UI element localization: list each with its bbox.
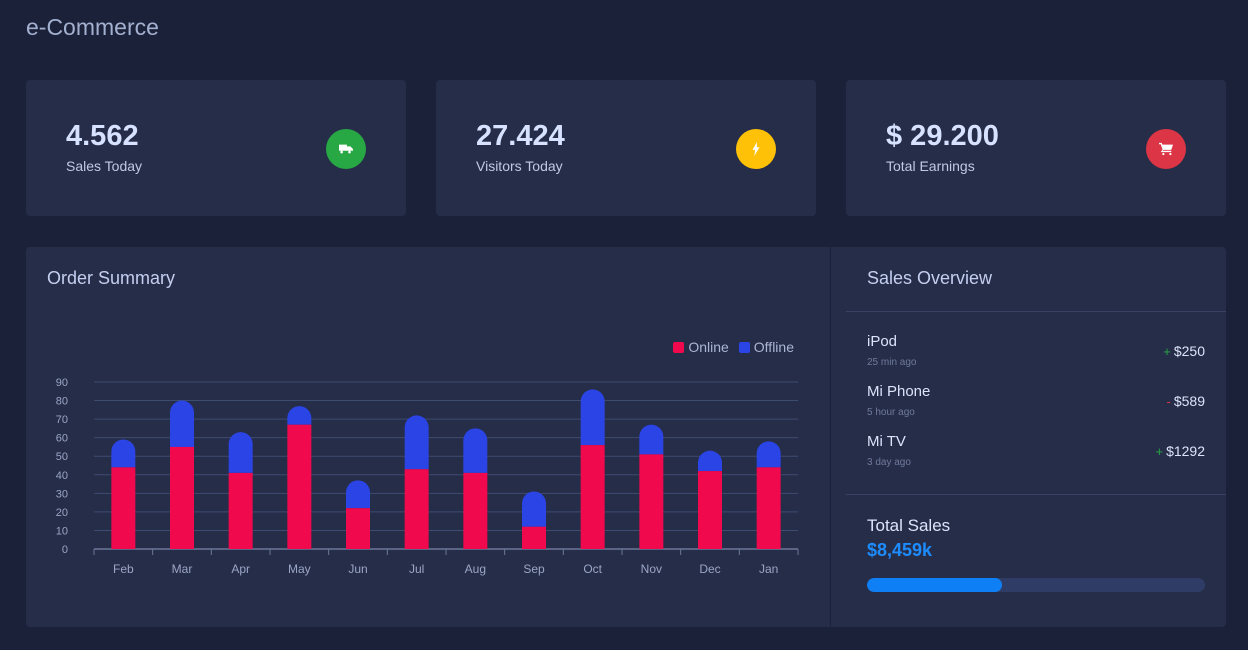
- bar-online-oct: [580, 445, 605, 549]
- stat-card-sales: 4.562 Sales Today: [26, 80, 406, 216]
- item-amount: - $589: [1167, 393, 1206, 409]
- order-summary-panel: Order Summary Online Offline 0 10 20 30 40 50…: [26, 247, 830, 627]
- overview-item-mi-phone[interactable]: Mi Phone 5 hour ago - $589: [867, 383, 1205, 427]
- bar-offline-may: [287, 406, 312, 425]
- bar-online-nov: [639, 454, 664, 549]
- y-tick-label: 40: [56, 470, 68, 482]
- bar-online-jun: [346, 508, 370, 549]
- bar-online-mar: [170, 446, 194, 549]
- item-time: 5 hour ago: [867, 407, 915, 418]
- item-name: Mi TV: [867, 433, 906, 450]
- bar-online-may: [287, 424, 312, 549]
- stat-value: $ 29.200: [886, 120, 999, 152]
- total-sales-value: $8,459k: [867, 540, 933, 560]
- bar-offline-feb: [111, 439, 136, 468]
- chart-legend: Online Offline: [673, 339, 794, 355]
- bar-offline-dec: [698, 450, 722, 472]
- bar-offline-mar: [170, 400, 194, 447]
- bar-online-jul: [404, 469, 429, 549]
- stat-value: 27.424: [476, 120, 565, 152]
- item-amount-value: $250: [1173, 343, 1205, 359]
- sales-overview-title: Sales Overview: [867, 268, 993, 288]
- stat-card-earnings: $ 29.200 Total Earnings: [846, 80, 1226, 216]
- item-amount: + $1292: [1155, 443, 1205, 459]
- order-summary-title: Order Summary: [47, 268, 176, 288]
- stat-card-visitors: 27.424 Visitors Today: [436, 80, 816, 216]
- y-tick-label: 0: [62, 544, 68, 556]
- x-tick-label: Oct: [583, 562, 602, 576]
- bar-offline-nov: [639, 424, 664, 455]
- x-tick-label: Nov: [641, 562, 662, 576]
- bar-online-dec: [698, 471, 722, 549]
- bar-online-jan: [756, 467, 781, 549]
- progress-fill: [867, 578, 1003, 592]
- x-tick-label: May: [288, 562, 311, 576]
- stat-value: 4.562: [66, 120, 139, 152]
- bar-offline-sep: [522, 491, 546, 527]
- x-tick-label: Apr: [231, 562, 250, 576]
- bolt-icon: [736, 129, 776, 169]
- overview-item-mi-tv[interactable]: Mi TV 3 day ago + $1292: [867, 433, 1205, 477]
- bar-online-sep: [522, 526, 546, 549]
- y-tick-label: 20: [56, 507, 68, 519]
- bar-online-aug: [463, 472, 488, 549]
- x-tick-label: Feb: [113, 562, 134, 576]
- legend-item-online[interactable]: Online: [673, 339, 729, 355]
- x-tick-label: Jun: [348, 562, 367, 576]
- x-tick-label: Jul: [409, 562, 424, 576]
- sales-overview-panel: Sales Overview iPod 25 min ago + $250 Mi …: [831, 247, 1226, 627]
- legend-label: Online: [688, 339, 729, 355]
- divider: [846, 311, 1226, 312]
- item-amount-value: $1292: [1166, 443, 1205, 459]
- legend-label: Offline: [753, 339, 794, 355]
- y-tick-label: 60: [56, 433, 68, 445]
- divider: [846, 494, 1226, 495]
- y-tick-label: 30: [56, 488, 68, 500]
- bar-offline-jan: [756, 441, 781, 468]
- item-time: 3 day ago: [867, 457, 911, 468]
- item-time: 25 min ago: [867, 357, 917, 368]
- x-tick-label: Dec: [699, 562, 720, 576]
- bar-offline-jul: [404, 415, 429, 470]
- x-tick-label: Jan: [759, 562, 778, 576]
- truck-icon: [326, 129, 366, 169]
- x-tick-label: Mar: [172, 562, 193, 576]
- legend-swatch-online: [673, 341, 685, 353]
- legend-swatch-offline: [738, 341, 750, 353]
- stat-label: Visitors Today: [476, 158, 563, 174]
- bar-online-feb: [111, 467, 136, 549]
- item-amount: + $250: [1163, 343, 1205, 359]
- x-tick-label: Sep: [523, 562, 545, 576]
- y-tick-label: 10: [56, 525, 68, 537]
- total-sales-progress: [867, 578, 1205, 592]
- stat-label: Sales Today: [66, 158, 143, 174]
- item-name: iPod: [867, 333, 898, 350]
- bar-offline-apr: [228, 432, 253, 473]
- item-sign: +: [1163, 344, 1171, 359]
- bar-offline-jun: [346, 480, 370, 509]
- cart-icon: [1146, 129, 1186, 169]
- item-name: Mi Phone: [867, 383, 931, 400]
- y-tick-label: 90: [56, 377, 68, 389]
- page-title: e-Commerce: [26, 14, 159, 40]
- overview-item-ipod[interactable]: iPod 25 min ago + $250: [867, 333, 1205, 377]
- y-tick-label: 70: [56, 414, 68, 426]
- stat-label: Total Earnings: [886, 158, 975, 174]
- legend-item-offline[interactable]: Offline: [738, 339, 794, 355]
- total-sales-label: Total Sales: [867, 516, 951, 535]
- y-tick-label: 50: [56, 451, 68, 463]
- bar-offline-aug: [463, 428, 488, 473]
- order-summary-chart: 0 10 20 30 40 50 60 70 80 90 Feb Mar Apr May Jun Jul Aug…: [56, 377, 799, 576]
- bar-offline-oct: [580, 389, 605, 446]
- item-sign: +: [1155, 444, 1164, 459]
- bar-online-apr: [228, 472, 253, 549]
- item-sign: -: [1166, 394, 1171, 409]
- item-amount-value: $589: [1173, 393, 1205, 409]
- y-tick-label: 80: [56, 396, 68, 408]
- x-tick-label: Aug: [465, 562, 486, 576]
